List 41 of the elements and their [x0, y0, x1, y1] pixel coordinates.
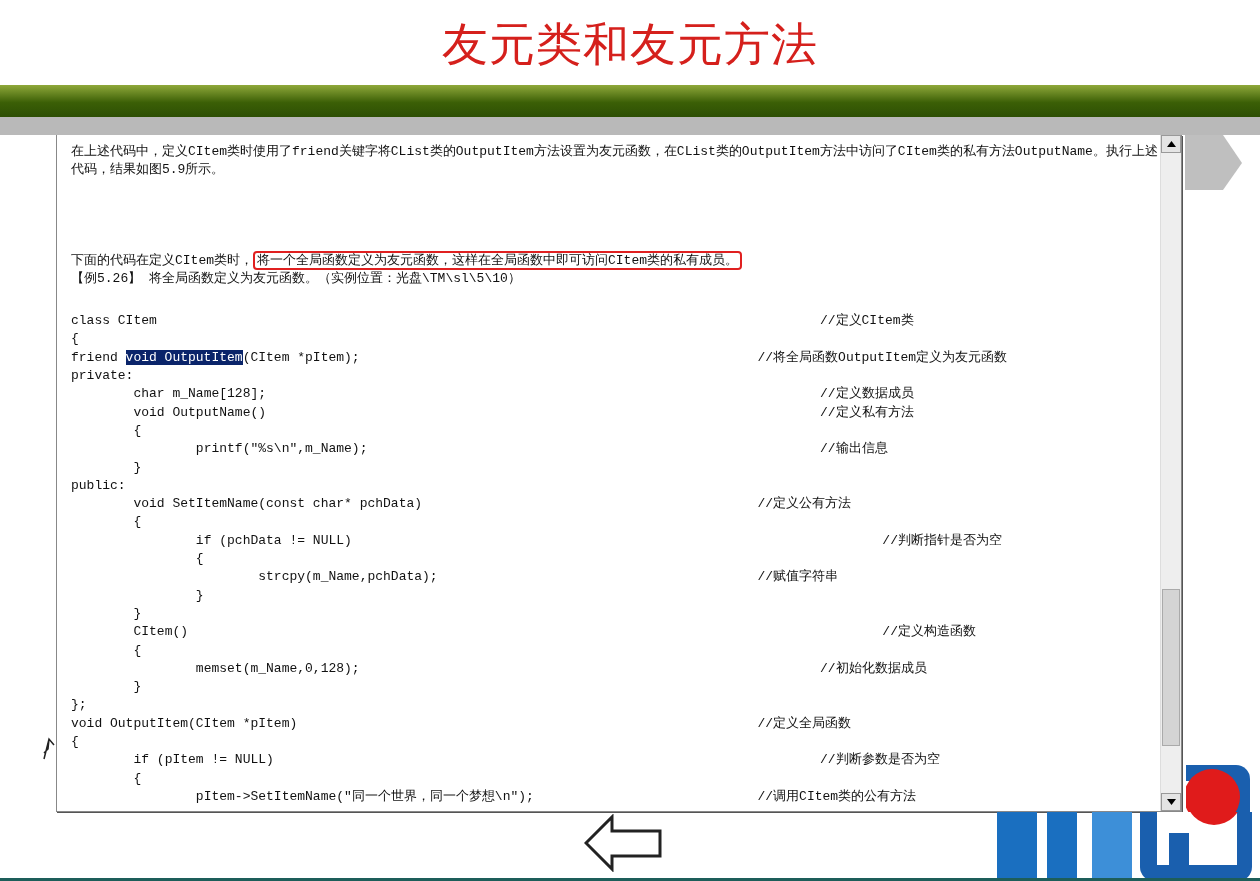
scroll-up-icon[interactable]	[1166, 141, 1176, 147]
code-line: {	[132, 422, 142, 438]
paragraph: 下面的代码在定义CItem类时， 将一个全局函数定义为友元函数，这样在全局函数中即可访问CItem类的私有成员。	[71, 251, 1160, 270]
code-line: }	[132, 605, 142, 621]
code-line: void SetItemName(const char* pchData) //定义公有方法	[132, 496, 852, 512]
code-line: }	[132, 459, 142, 475]
code-line: public:	[71, 477, 126, 493]
scroll-down-icon[interactable]	[1166, 799, 1176, 805]
code-line: CItem() //定义构造函数	[132, 624, 976, 640]
code-line: {	[71, 734, 79, 749]
code-line: char m_Name[128]; //定义数据成员	[132, 386, 914, 402]
code-line: private:	[71, 368, 134, 384]
code-line: void OutputName() //定义私有方法	[132, 404, 914, 420]
code-line: {	[132, 770, 142, 786]
paragraph: 【例5.26】 将全局函数定义为友元函数。（实例位置：光盘\TM\sl\5\10）	[71, 269, 522, 288]
back-arrow-icon[interactable]	[584, 814, 664, 872]
slide-title: 友元类和友元方法	[442, 15, 818, 73]
code-line: if (pItem != NULL) //判断参数是否为空	[132, 752, 940, 768]
scrollbar[interactable]	[1160, 135, 1181, 811]
highlight-box: 将一个全局函数定义为友元函数，这样在全局函数中即可访问CItem类的私有成员。	[253, 250, 743, 270]
code-line: memset(m_Name,0,128); //初始化数据成员	[194, 660, 927, 676]
code-line: {	[132, 642, 142, 658]
badge-drawing	[1186, 765, 1250, 812]
code-line: pItem->SetItemName(″同一个世界，同一个梦想\n″); //调用CItem类的公有方法	[194, 788, 917, 804]
scroll-thumb[interactable]	[1162, 589, 1180, 746]
code-line: void OutputItem(CItem *pItem) //定义全局函数	[71, 715, 852, 731]
code-line: friend	[71, 349, 119, 365]
code-line: strcpy(m_Name,pchData); //赋值字符串	[257, 569, 839, 585]
selected-text: void OutputItem	[125, 349, 243, 365]
code-line: if (pchData != NULL) //判断指针是否为空	[194, 532, 1002, 548]
code-line: }	[132, 679, 142, 695]
code-line: {	[194, 551, 204, 567]
code-line: {	[132, 514, 142, 530]
code-line: printf(″%s\n″,m_Name); //输出信息	[194, 441, 888, 457]
code-line: (CItem *pItem); //将全局函数OutputItem定义为友元函数	[242, 349, 1008, 365]
code-line: {	[71, 331, 79, 347]
paragraph: 在上述代码中，定义CItem类时使用了friend关键字将CList类的OutputItem方法设置为友元函数，在CList类的OutputItem方法中访问了CItem类的私有方法OutputName。执行上述代码，结果如图5.9所示。	[71, 143, 1159, 180]
cursor-icon	[42, 735, 56, 761]
code-line: };	[71, 697, 87, 713]
code-line: }	[194, 587, 204, 603]
code-line: class CItem //定义CItem类	[71, 313, 914, 329]
